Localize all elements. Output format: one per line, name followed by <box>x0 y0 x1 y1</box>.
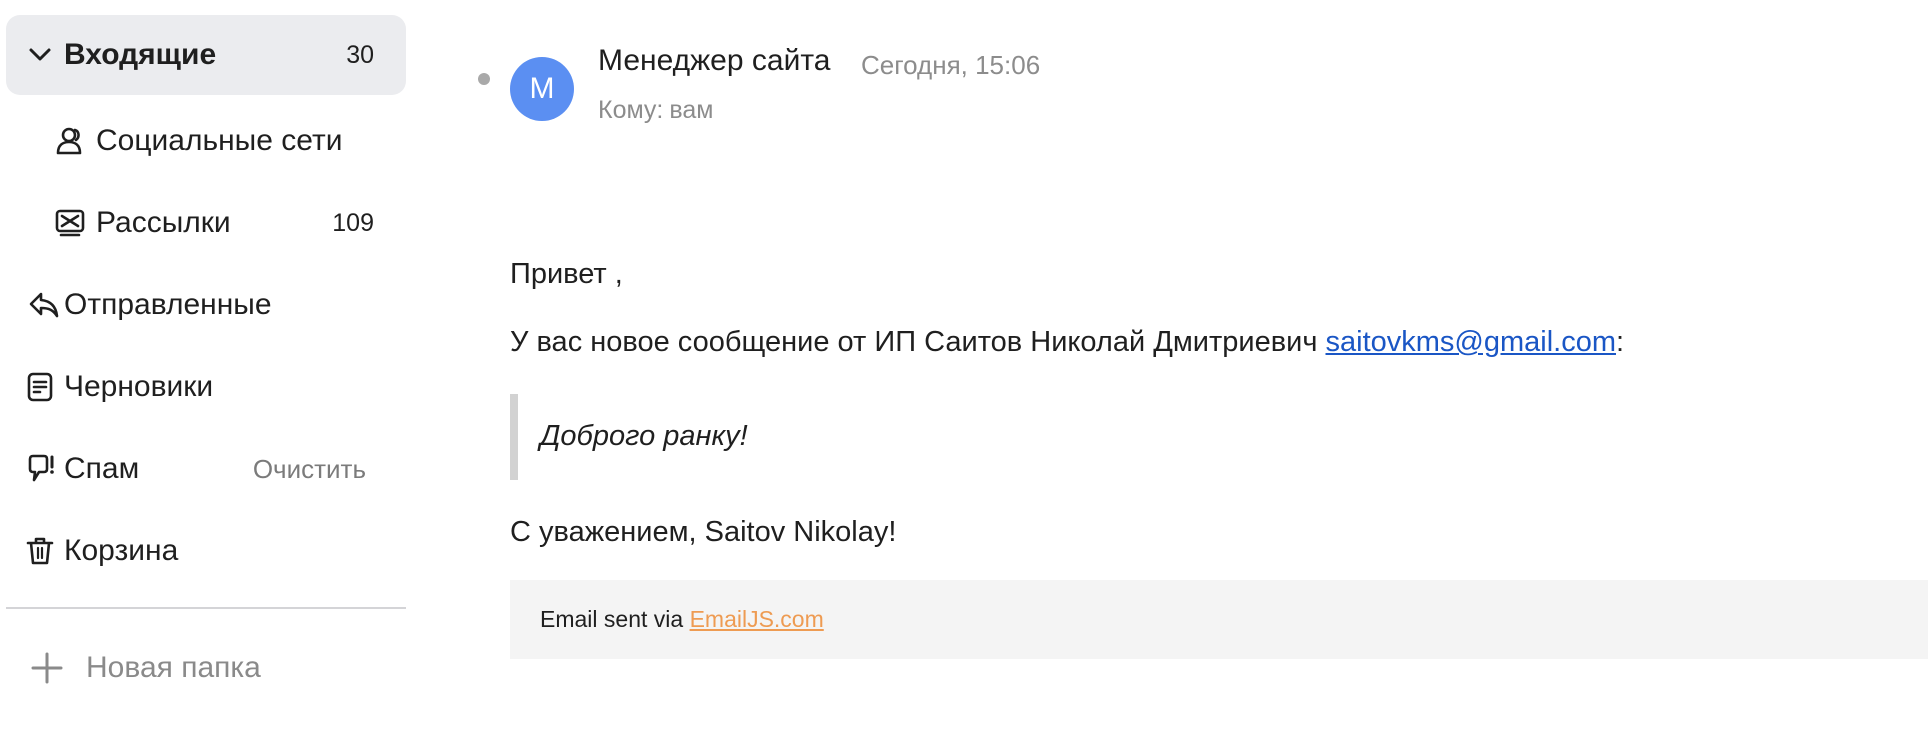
sidebar-item-newsletters[interactable]: Рассылки 109 <box>6 183 406 263</box>
people-icon <box>54 125 86 157</box>
sidebar-item-label: Черновики <box>64 370 214 403</box>
sidebar-item-inbox[interactable]: Входящие 30 <box>6 15 406 95</box>
unread-count: 30 <box>346 40 374 69</box>
footer-text: Email sent via EmailJS.com <box>540 606 824 633</box>
sidebar-item-trash[interactable]: Корзина <box>6 511 406 591</box>
sidebar-item-label: Рассылки <box>96 206 231 239</box>
new-folder-label: Новая папка <box>86 651 261 684</box>
plus-icon <box>30 651 64 685</box>
greeting-text: Привет , <box>510 258 623 290</box>
intro-paragraph: У вас новое сообщение от ИП Саитов Никол… <box>510 326 1624 359</box>
new-folder-button[interactable]: Новая папка <box>6 628 406 708</box>
recipient-line: Кому: вам <box>598 96 713 125</box>
intro-suffix: : <box>1616 326 1625 358</box>
sender-email-link[interactable]: saitovkms@gmail.com <box>1326 326 1617 358</box>
message-quote: Доброго ранку! <box>510 394 1110 480</box>
sidebar-divider <box>6 607 406 609</box>
unread-indicator <box>478 73 490 85</box>
draft-icon <box>24 371 56 403</box>
recipient-value[interactable]: вам <box>669 96 713 124</box>
message-view: М Менеджер сайта Сегодня, 15:06 Кому: вам… <box>470 0 1928 740</box>
emailjs-link[interactable]: EmailJS.com <box>690 606 824 632</box>
message-footer: Email sent via EmailJS.com <box>510 580 1928 659</box>
trash-icon <box>24 535 56 567</box>
avatar[interactable]: М <box>510 57 574 121</box>
sidebar-item-social[interactable]: Социальные сети <box>6 101 406 181</box>
sidebar-item-label: Входящие <box>64 38 217 71</box>
intro-text: У вас новое сообщение от ИП Саитов Никол… <box>510 326 1326 358</box>
message-date: Сегодня, 15:06 <box>861 50 1041 80</box>
unread-count: 109 <box>332 208 374 237</box>
reply-icon <box>28 289 60 321</box>
sidebar-item-label: Корзина <box>64 534 179 567</box>
sender-name[interactable]: Менеджер сайта <box>598 44 830 78</box>
mail-app: Входящие 30 Социальные сети Рассылки 109… <box>0 0 1928 740</box>
folder-sidebar: Входящие 30 Социальные сети Рассылки 109… <box>0 0 412 740</box>
sign-off-text: С уважением, Saitov Nikolay! <box>510 516 897 548</box>
clear-spam-button[interactable]: Очистить <box>253 454 366 485</box>
sidebar-item-sent[interactable]: Отправленные <box>6 265 406 345</box>
sidebar-item-label: Отправленные <box>64 288 272 321</box>
spam-icon <box>26 453 58 485</box>
sidebar-item-label: Спам <box>64 452 140 485</box>
sidebar-item-spam[interactable]: Спам Очистить <box>6 429 406 509</box>
sidebar-item-drafts[interactable]: Черновики <box>6 347 406 427</box>
sidebar-item-label: Социальные сети <box>96 124 343 157</box>
avatar-letter: М <box>529 72 555 105</box>
newsletter-icon <box>54 207 86 239</box>
footer-label: Email sent via <box>540 606 690 632</box>
recipient-label: Кому: <box>598 96 664 124</box>
chevron-down-icon[interactable] <box>24 39 56 71</box>
quote-text: Доброго ранку! <box>540 420 748 452</box>
